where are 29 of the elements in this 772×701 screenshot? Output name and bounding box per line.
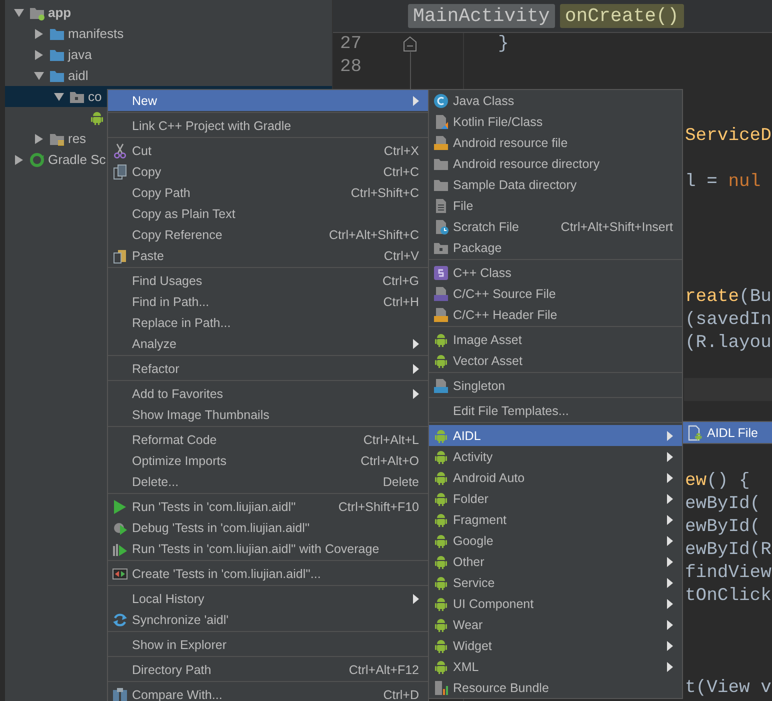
code-line: ewById( [684,516,762,539]
code-line: t(View v [684,677,772,700]
keyboard-shortcut: Ctrl+Alt+F12 [348,662,419,676]
line-number: 27 [340,33,363,56]
code-line: l = nul [684,171,762,194]
code-line: } [497,33,510,56]
code-line: (R.layou [684,332,772,355]
code-line: (savedIn [684,309,772,332]
keyboard-shortcut: Ctrl+Alt+Shift+Insert [560,220,673,234]
code-line: reate(Bu [684,286,772,309]
keyboard-shortcut: Ctrl+Alt+L [363,432,419,446]
code-line: ewById( [684,493,762,516]
keyboard-shortcut: Ctrl+Shift+C [350,186,419,200]
code-line: ServiceD [684,125,772,148]
keyboard-shortcut: Ctrl+Alt+O [360,454,419,468]
code-line: tOnClick [684,585,772,608]
code-line: ewById(R [684,539,772,562]
keyboard-shortcut: Ctrl+C [383,164,419,178]
keyboard-shortcut: Delete [382,474,419,488]
keyboard-shortcut: Ctrl+Shift+F10 [338,500,419,514]
code-line: ew() { [684,470,751,493]
keyboard-shortcut: Ctrl+H [383,294,419,308]
keyboard-shortcut: Ctrl+V [384,248,419,262]
keyboard-shortcut: Ctrl+G [382,274,419,288]
keyboard-shortcut: Ctrl+D [383,688,419,701]
keyboard-shortcut: Ctrl+X [384,144,419,158]
code-line: findView [684,562,772,585]
line-number: 28 [340,56,363,79]
keyboard-shortcut: Ctrl+Alt+Shift+C [329,228,419,242]
